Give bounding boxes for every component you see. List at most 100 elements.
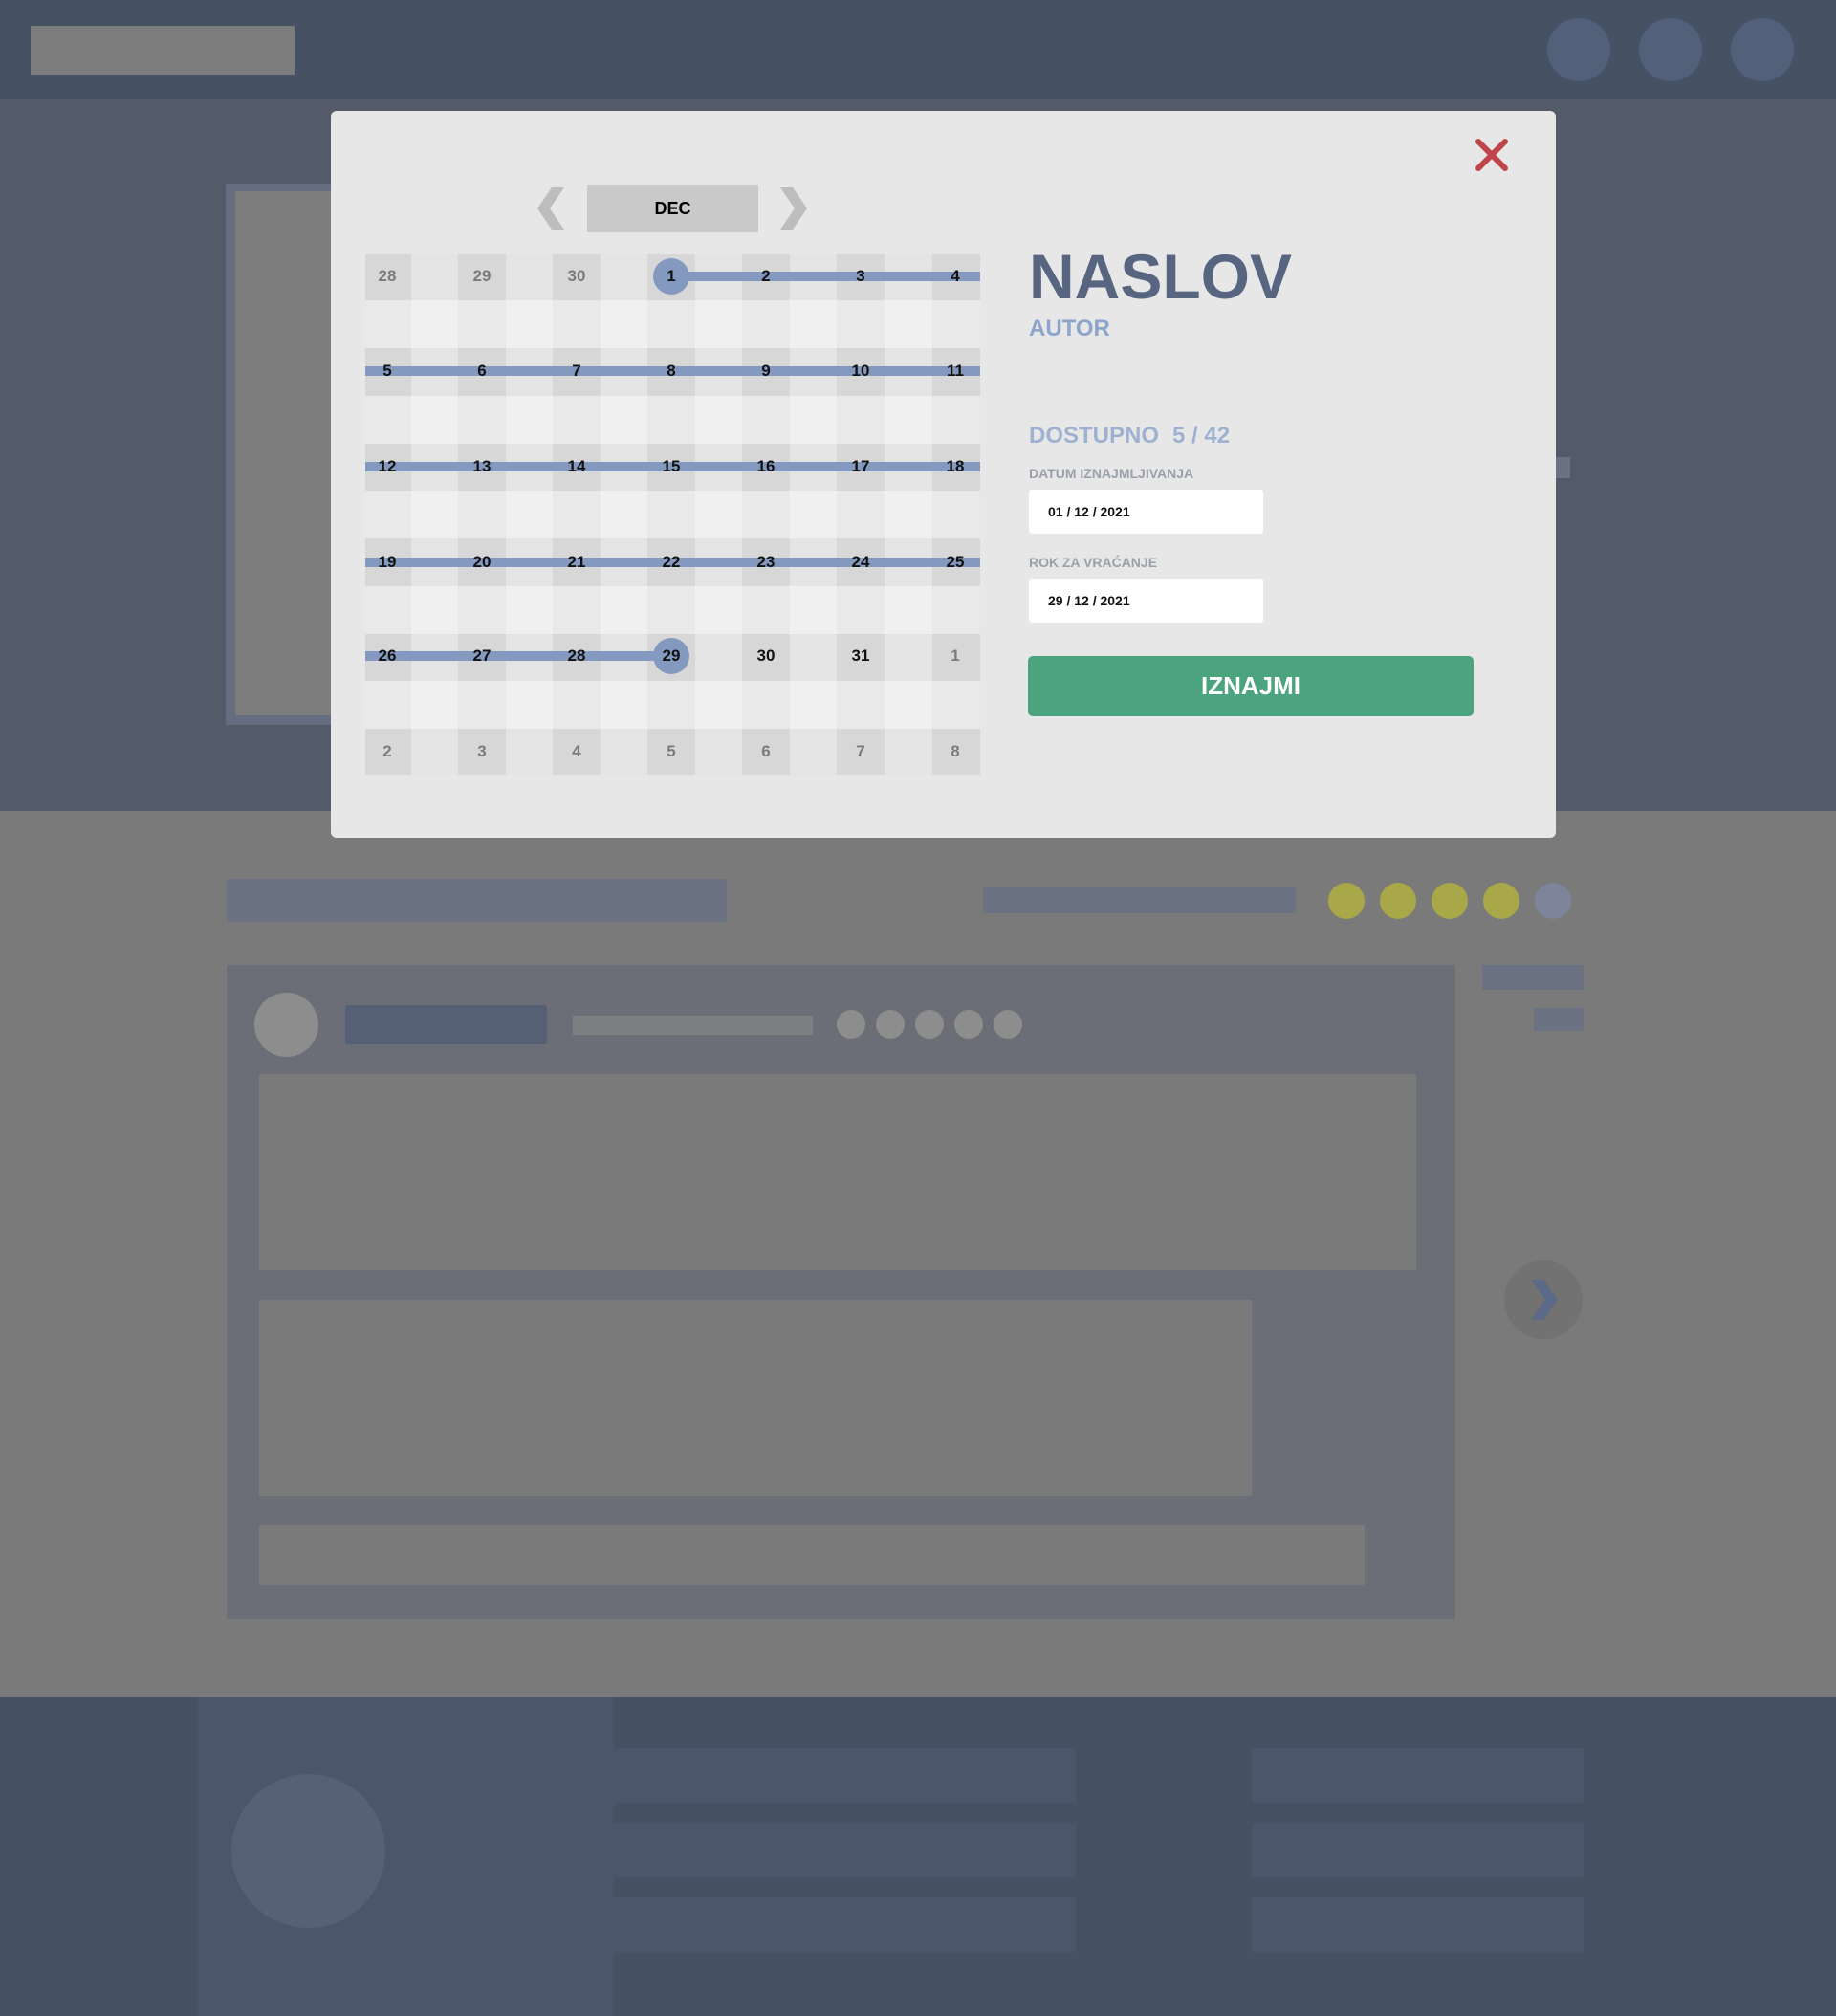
calendar-row-bg	[365, 300, 980, 348]
rating-star	[1535, 883, 1571, 919]
review-text-placeholder	[259, 1525, 1365, 1585]
reviewer-name-placeholder	[345, 1005, 547, 1044]
calendar-day[interactable]: 11	[931, 357, 979, 385]
calendar-day[interactable]: 13	[458, 452, 506, 481]
calendar-day[interactable]: 1	[647, 262, 695, 291]
calendar-day[interactable]: 28	[363, 262, 411, 291]
logo[interactable]	[31, 26, 295, 75]
calendar-day[interactable]: 24	[837, 548, 885, 577]
calendar-day[interactable]: 30	[553, 262, 601, 291]
rent-date-label: DATUM IZNAJMLJIVANJA	[1029, 466, 1194, 481]
review-text-placeholder	[259, 1300, 1252, 1496]
return-date-field[interactable]	[1029, 579, 1263, 623]
side-placeholder	[1534, 1008, 1584, 1031]
calendar-day[interactable]: 3	[837, 262, 885, 291]
calendar-day[interactable]: 29	[647, 642, 695, 670]
calendar-day[interactable]: 30	[742, 642, 790, 670]
return-date-label: ROK ZA VRAĆANJE	[1029, 555, 1158, 570]
rent-modal: DEC 28 29 30 1 2 3 4 5 6 7 8 9 10 11 12 13 14 15 16 17 18 19 2…	[331, 111, 1556, 838]
calendar-day[interactable]: 5	[363, 357, 411, 385]
calendar-day[interactable]: 10	[837, 357, 885, 385]
footer-link-placeholder[interactable]	[468, 1748, 1076, 1803]
prev-month-button[interactable]	[536, 187, 568, 230]
calendar-grid: 28 29 30 1 2 3 4 5 6 7 8 9 10 11 12 13 14 15 16 17 18 19 20 21 2…	[365, 254, 980, 775]
calendar-day[interactable]: 6	[742, 737, 790, 766]
availability-value: 5 / 42	[1172, 423, 1231, 449]
calendar-day[interactable]: 27	[458, 642, 506, 670]
rent-button[interactable]: IZNAJMI	[1028, 656, 1474, 716]
calendar-day[interactable]: 29	[458, 262, 506, 291]
header-icon-button[interactable]	[1547, 18, 1610, 81]
footer-link-placeholder[interactable]	[1252, 1823, 1584, 1877]
calendar-day[interactable]: 25	[931, 548, 979, 577]
calendar-row-bg	[365, 395, 980, 444]
close-button[interactable]	[1469, 132, 1515, 178]
calendar-day[interactable]: 1	[931, 642, 979, 670]
calendar-day[interactable]: 20	[458, 548, 506, 577]
calendar-day[interactable]: 21	[553, 548, 601, 577]
calendar-day[interactable]: 23	[742, 548, 790, 577]
review-meta-placeholder	[573, 1016, 813, 1035]
footer-avatar	[231, 1774, 385, 1928]
calendar-day[interactable]: 2	[742, 262, 790, 291]
book-title: NASLOV	[1029, 241, 1293, 312]
calendar-day[interactable]: 9	[742, 357, 790, 385]
footer-link-placeholder[interactable]	[468, 1823, 1076, 1877]
calendar-day[interactable]: 12	[363, 452, 411, 481]
calendar-day[interactable]: 16	[742, 452, 790, 481]
calendar-row-bg	[365, 585, 980, 634]
calendar-day[interactable]: 4	[931, 262, 979, 291]
review-rating-dot	[837, 1010, 865, 1039]
calendar-day[interactable]: 6	[458, 357, 506, 385]
calendar-day[interactable]: 7	[553, 357, 601, 385]
next-review-button[interactable]	[1504, 1260, 1583, 1339]
calendar-day[interactable]: 5	[647, 737, 695, 766]
avatar	[254, 993, 318, 1057]
close-icon	[1475, 139, 1508, 171]
footer-link-placeholder[interactable]	[1252, 1748, 1584, 1803]
calendar-day[interactable]: 19	[363, 548, 411, 577]
selected-range-bar	[365, 651, 671, 661]
calendar-day[interactable]: 2	[363, 737, 411, 766]
calendar-day[interactable]: 18	[931, 452, 979, 481]
calendar-day[interactable]: 26	[363, 642, 411, 670]
rating-star	[1380, 883, 1416, 919]
chevron-right-icon	[1531, 1280, 1558, 1320]
rating-star	[1483, 883, 1519, 919]
availability-label: DOSTUPNO	[1029, 423, 1160, 449]
header-icon-button[interactable]	[1731, 18, 1794, 81]
book-author: AUTOR	[1029, 316, 1110, 341]
section-title-placeholder	[227, 879, 727, 922]
chevron-left-icon	[537, 187, 564, 230]
rating-star	[1432, 883, 1468, 919]
side-placeholder	[1482, 965, 1584, 990]
rating-label-placeholder	[983, 887, 1296, 913]
month-label: DEC	[587, 185, 758, 232]
rent-date-field[interactable]	[1029, 490, 1263, 534]
chevron-right-icon	[780, 187, 807, 230]
calendar-row-bg	[365, 491, 980, 538]
review-rating-dot	[876, 1010, 905, 1039]
next-month-button[interactable]	[776, 187, 809, 230]
calendar-day[interactable]: 3	[458, 737, 506, 766]
calendar-day[interactable]: 7	[837, 737, 885, 766]
calendar-day[interactable]: 17	[837, 452, 885, 481]
review-rating-dot	[954, 1010, 983, 1039]
calendar-day[interactable]: 4	[553, 737, 601, 766]
calendar-day[interactable]: 15	[647, 452, 695, 481]
calendar-day[interactable]: 8	[647, 357, 695, 385]
review-rating-dot	[915, 1010, 944, 1039]
calendar-day[interactable]: 8	[931, 737, 979, 766]
calendar-day[interactable]: 31	[837, 642, 885, 670]
calendar-day[interactable]: 22	[647, 548, 695, 577]
footer-link-placeholder[interactable]	[1252, 1897, 1584, 1952]
calendar-row-bg	[365, 681, 980, 729]
header-icon-button[interactable]	[1639, 18, 1702, 81]
calendar-day[interactable]: 28	[553, 642, 601, 670]
review-text-placeholder	[259, 1074, 1416, 1270]
calendar-day[interactable]: 14	[553, 452, 601, 481]
review-card	[227, 965, 1455, 1619]
review-rating-dot	[994, 1010, 1022, 1039]
footer-link-placeholder[interactable]	[468, 1897, 1076, 1952]
rating-star	[1328, 883, 1365, 919]
